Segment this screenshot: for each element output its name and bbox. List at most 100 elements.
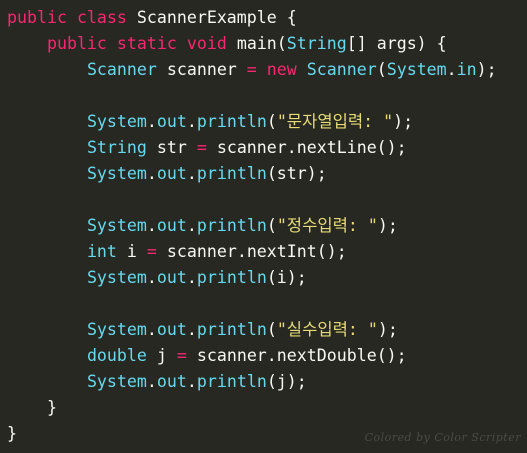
code-token: str [146,138,197,157]
code-line: int i = scanner.nextInt(); [7,239,527,265]
code-line: Scanner scanner = new Scanner(System.in)… [7,57,527,83]
code-line: double j = scanner.nextDouble(); [7,343,527,369]
code-token: ( [266,320,277,339]
code-token: . [186,320,197,339]
code-line: System.out.println("정수입력: "); [7,213,527,239]
code-token: ( [376,60,387,79]
code-token: System [86,372,147,391]
code-token: System [86,112,147,131]
code-token: . [186,372,197,391]
code-token: j [146,346,177,365]
code-token: out [156,268,187,287]
code-token: . [146,268,157,287]
code-token: System [86,164,147,183]
code-token: out [156,112,187,131]
code-token: static [116,34,177,53]
code-token: String [86,138,147,157]
code-line: System.out.println(str); [7,161,527,187]
watermark: Colored by Color Scripter [364,431,521,444]
code-token: System [86,320,147,339]
code-token: public [46,34,107,53]
code-token: ScannerExample { [126,8,297,27]
code-line: System.out.println("문자열입력: "); [7,109,527,135]
code-token: scanner.nextLine(); [206,138,407,157]
code-token: (str); [266,164,327,183]
code-token: ( [266,216,277,235]
code-token: "문자열입력: " [276,112,394,131]
code-token: new [266,60,297,79]
code-line: System.out.println("실수입력: "); [7,317,527,343]
code-token: = [246,60,257,79]
code-token: println [196,112,267,131]
code-token: ); [377,320,398,339]
code-token: in [456,60,477,79]
code-token: . [446,60,457,79]
code-token: ); [377,216,398,235]
code-token: "실수입력: " [276,320,378,339]
code-token: ); [393,112,414,131]
code-token: ( [266,112,277,131]
code-token: Scanner [86,60,157,79]
code-token: . [186,268,197,287]
code-block: public class ScannerExample { public sta… [0,0,527,453]
code-token: main( [226,34,287,53]
code-token: . [186,112,197,131]
code-token: class [76,8,127,27]
code-token: println [196,320,267,339]
code-token: println [196,216,267,235]
code-token: public [7,8,67,27]
code-token: println [196,164,267,183]
code-token: System [86,268,147,287]
code-token: "정수입력: " [276,216,378,235]
code-line: System.out.println(j); [7,369,527,395]
code-token: (i); [266,268,307,287]
code-token: . [146,320,157,339]
code-token: = [146,242,157,261]
code-token: . [146,372,157,391]
code-token: . [146,164,157,183]
code-token: out [156,372,187,391]
code-token: = [176,346,187,365]
code-line: public static void main(String[] args) { [7,31,527,57]
code-token: scanner [156,60,247,79]
code-token: } [7,398,57,417]
code-token: [] args) { [346,34,447,53]
code-token: . [186,216,197,235]
code-token: i [116,242,147,261]
code-token: } [7,424,17,443]
code-token: System [86,216,147,235]
code-token: . [146,112,157,131]
code-token: . [146,216,157,235]
code-line: } [7,395,527,421]
code-token: println [196,372,267,391]
code-token: out [156,320,187,339]
code-token: Scanner [306,60,377,79]
code-token: String [286,34,347,53]
code-token: out [156,164,187,183]
code-line: String str = scanner.nextLine(); [7,135,527,161]
code-token: double [86,346,147,365]
code-line: System.out.println(i); [7,265,527,291]
code-token: scanner.nextInt(); [156,242,347,261]
code-token: (j); [266,372,307,391]
code-token: = [196,138,207,157]
code-token: ); [476,60,497,79]
code-token: out [156,216,187,235]
